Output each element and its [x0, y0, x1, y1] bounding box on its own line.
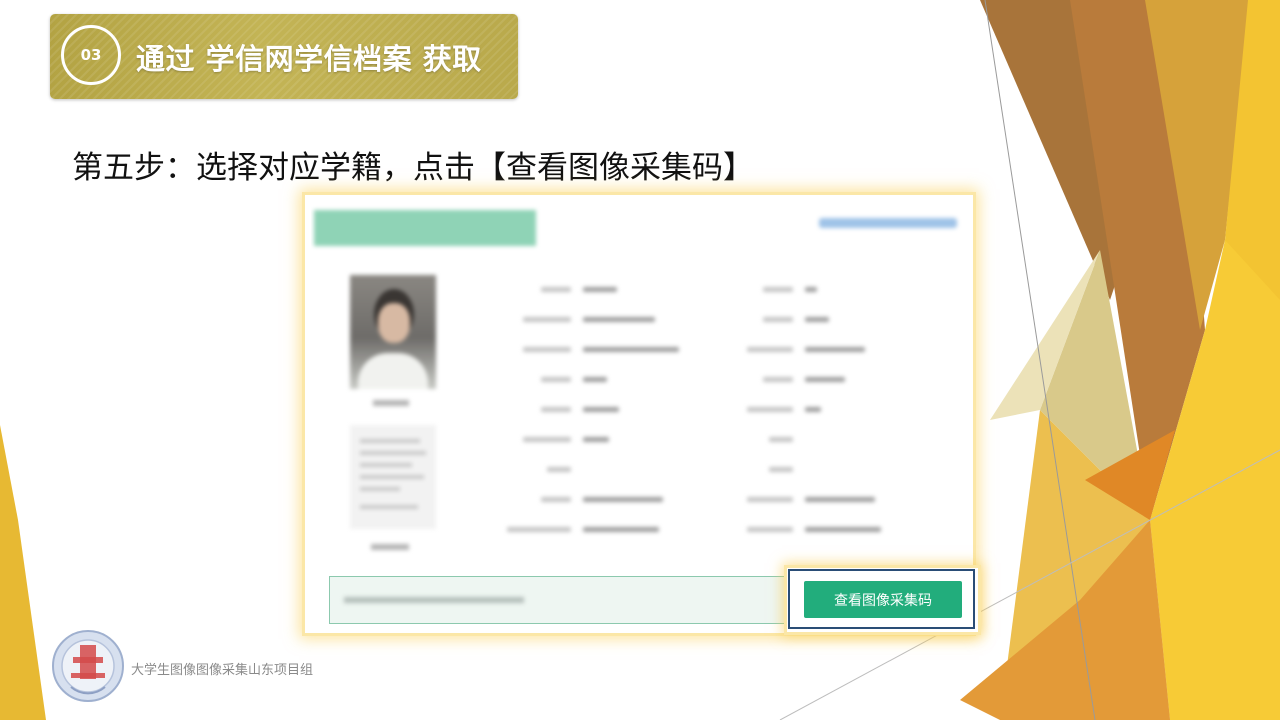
record-tab: [314, 210, 536, 246]
notice-text: [344, 597, 524, 603]
photo-caption: [373, 400, 409, 406]
section-number-badge: 03: [61, 25, 121, 85]
blurred-student-record: [311, 203, 967, 625]
document-caption: [371, 544, 409, 550]
footer-org-name: 大学生图像图像采集山东项目组: [131, 663, 314, 678]
student-photo: [350, 275, 436, 389]
top-right-link: [819, 218, 957, 228]
banner-title: 通过 学信网学信档案 获取: [136, 42, 482, 76]
section-banner: 03 通过 学信网学信档案 获取: [50, 14, 518, 99]
xinhua-logo: [52, 630, 124, 702]
view-image-code-button[interactable]: 查看图像采集码: [804, 581, 962, 618]
highlight-box: 查看图像采集码: [787, 568, 978, 632]
highlight-frame: 查看图像采集码: [788, 569, 975, 629]
step-instruction: 第五步：选择对应学籍，点击【查看图像采集码】: [72, 150, 754, 186]
document-thumbnail: [350, 425, 436, 529]
